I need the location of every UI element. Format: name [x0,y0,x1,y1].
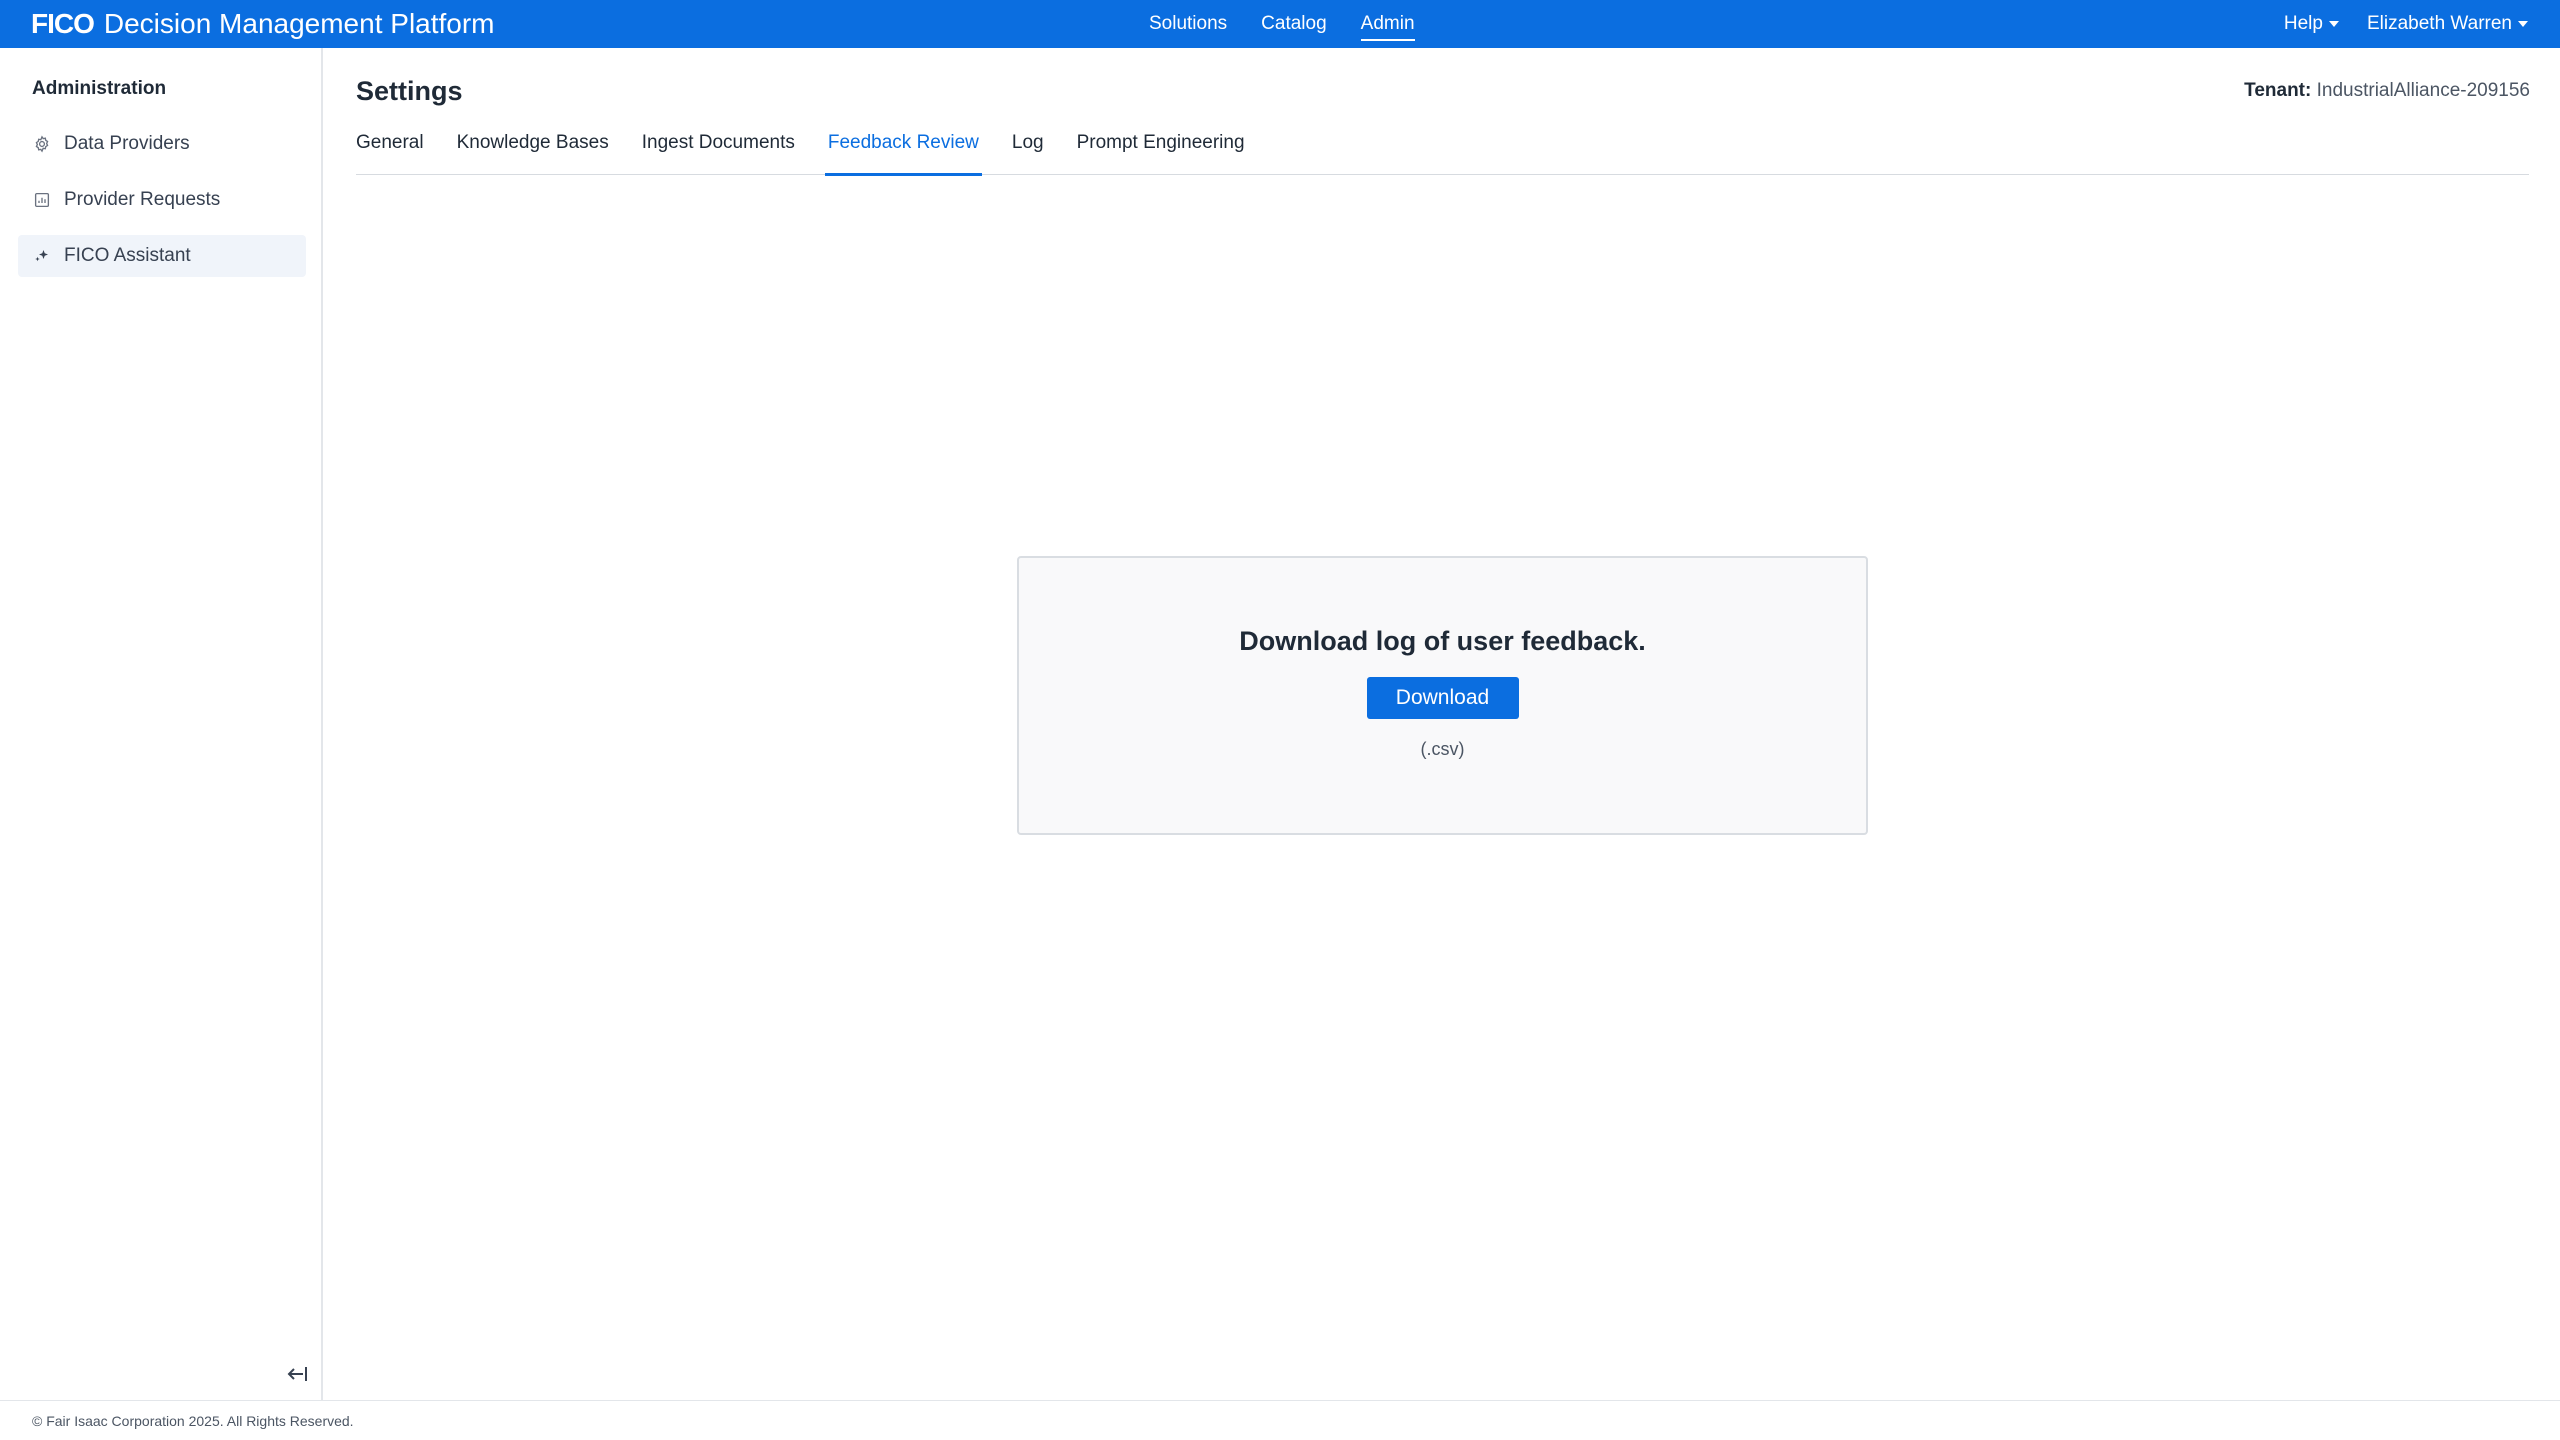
nav-catalog[interactable]: Catalog [1261,13,1327,35]
footer: © Fair Isaac Corporation 2025. All Right… [0,1400,2560,1440]
sidebar-item-provider-requests[interactable]: Provider Requests [18,179,306,221]
file-format-note: (.csv) [1420,739,1465,759]
sparkle-icon [32,246,52,266]
nav-solutions[interactable]: Solutions [1149,13,1227,35]
tab-knowledge-bases[interactable]: Knowledge Bases [457,132,609,175]
card-heading: Download log of user feedback. [1239,626,1646,656]
caret-down-icon [2328,21,2339,27]
help-dropdown[interactable]: Help [2284,13,2339,35]
tab-feedback-review[interactable]: Feedback Review [824,132,982,176]
download-button[interactable]: Download [1366,677,1519,719]
sidebar-item-label: FICO Assistant [64,245,191,266]
sidebar-title: Administration [32,78,167,99]
nav-admin[interactable]: Admin [1360,13,1415,41]
header-right: Help Elizabeth Warren [2284,0,2528,48]
user-name: Elizabeth Warren [2366,13,2512,34]
tab-general[interactable]: General [356,132,424,175]
collapse-sidebar-button[interactable] [283,1362,311,1390]
caret-down-icon [2518,21,2528,27]
tenant-info: Tenant: IndustrialAlliance-209156 [2244,80,2530,102]
help-label: Help [2283,13,2323,34]
top-nav: Solutions Catalog Admin [1149,0,1415,48]
tenant-value: IndustrialAlliance-209156 [2316,80,2530,101]
sidebar-item-data-providers[interactable]: Data Providers [18,123,306,165]
user-dropdown[interactable]: Elizabeth Warren [2367,13,2528,35]
tab-prompt-engineering[interactable]: Prompt Engineering [1077,132,1245,175]
sidebar-item-label: Provider Requests [64,189,221,210]
brand-name: Decision Management Platform [103,8,495,39]
top-header: FICO Decision Management Platform Soluti… [0,0,2560,48]
brand[interactable]: FICO Decision Management Platform [31,0,495,48]
sidebar-item-label: Data Providers [64,133,190,154]
report-icon [32,190,52,210]
tab-log[interactable]: Log [1012,132,1044,175]
copyright-text: © Fair Isaac Corporation 2025. All Right… [32,1413,354,1429]
main-content: Settings Tenant: IndustrialAlliance-2091… [325,48,2560,1400]
tenant-label: Tenant: [2244,80,2312,101]
sidebar: Administration Data Providers Provider R… [0,48,323,1400]
fico-logo: FICO [31,8,95,39]
settings-tabs: General Knowledge Bases Ingest Documents… [356,132,2529,176]
sidebar-item-fico-assistant[interactable]: FICO Assistant [18,235,306,277]
gear-icon [32,134,52,154]
page-title: Settings [356,76,463,106]
tab-ingest-documents[interactable]: Ingest Documents [642,132,795,175]
feedback-download-card: Download log of user feedback. Download … [1017,556,1868,835]
collapse-left-icon [286,1364,308,1389]
